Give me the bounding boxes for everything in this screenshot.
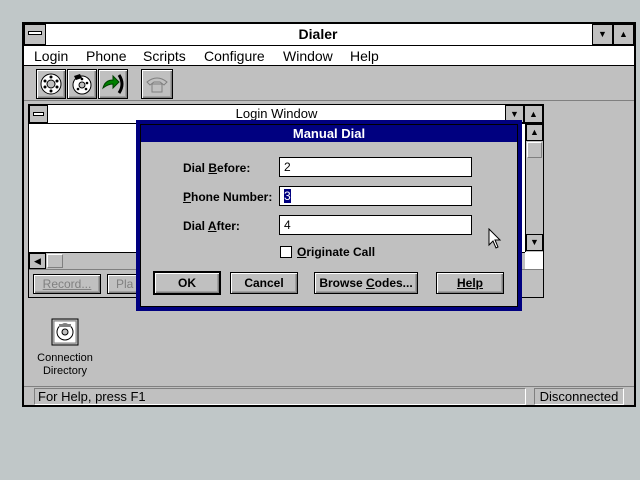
- disabled-phone-toolbar-button[interactable]: [141, 69, 173, 99]
- system-menu-button[interactable]: [24, 24, 46, 45]
- phone-dial-icon: [40, 73, 62, 95]
- cancel-button[interactable]: Cancel: [230, 272, 298, 294]
- minimize-icon: ▼: [598, 29, 607, 39]
- menu-login[interactable]: Login: [34, 46, 68, 66]
- scroll-up-button[interactable]: ▲: [526, 124, 543, 141]
- minimize-button[interactable]: ▼: [592, 24, 613, 45]
- menu-phone[interactable]: Phone: [86, 46, 126, 66]
- status-help-text: For Help, press F1: [34, 388, 526, 405]
- maximize-icon: ▲: [529, 109, 538, 119]
- ok-button-label: OK: [178, 276, 196, 290]
- phone-disabled-icon: [146, 77, 168, 93]
- originate-call-label[interactable]: Originate Call: [297, 243, 375, 261]
- browse-codes-button[interactable]: Browse Codes...: [314, 272, 418, 294]
- scroll-down-button[interactable]: ▼: [526, 234, 543, 251]
- phone-hangup-arrow-icon: [102, 74, 124, 94]
- arrow-up-icon: ▲: [530, 127, 539, 137]
- status-bar: For Help, press F1 Disconnected: [24, 386, 634, 405]
- login-window-system-menu[interactable]: [29, 105, 48, 123]
- menu-configure[interactable]: Configure: [204, 46, 265, 66]
- connection-directory-label-line1: Connection: [37, 352, 93, 364]
- dial-before-input[interactable]: 2: [279, 157, 472, 177]
- menu-help[interactable]: Help: [350, 46, 379, 66]
- help-button[interactable]: Help: [436, 272, 504, 294]
- dial-after-label: Dial After:: [183, 219, 240, 233]
- connection-directory-shortcut[interactable]: Connection Directory: [30, 314, 100, 377]
- phone-number-input[interactable]: 3: [279, 186, 472, 206]
- manual-dial-dialog: Manual Dial Dial Before: 2 Phone Number:…: [136, 120, 522, 311]
- originate-call-checkbox[interactable]: [280, 246, 292, 258]
- maximize-button[interactable]: ▲: [613, 24, 634, 45]
- dial-toolbar-button[interactable]: [36, 69, 66, 99]
- phone-number-value: 3: [284, 189, 291, 203]
- scroll-thumb[interactable]: [527, 142, 542, 158]
- ok-button[interactable]: OK: [153, 271, 221, 295]
- cancel-button-label: Cancel: [244, 276, 284, 290]
- record-button-label: Record...: [42, 277, 92, 291]
- dial-before-label: Dial Before:: [183, 161, 251, 175]
- phone-directory-icon: [72, 74, 92, 95]
- window-title: Dialer: [298, 26, 338, 42]
- menu-bar: Login Phone Scripts Configure Window Hel…: [24, 46, 634, 66]
- scroll-left-button[interactable]: ◀: [29, 253, 46, 269]
- connection-directory-icon: [51, 318, 79, 346]
- maximize-icon: ▲: [619, 29, 628, 39]
- title-bar[interactable]: Dialer ▼ ▲: [24, 24, 634, 46]
- mouse-cursor-icon: [488, 228, 502, 249]
- directory-toolbar-button[interactable]: [67, 69, 97, 99]
- toolbar: [24, 67, 634, 101]
- dial-after-input[interactable]: 4: [279, 215, 472, 235]
- menu-scripts[interactable]: Scripts: [143, 46, 186, 66]
- minimize-icon: ▼: [510, 109, 519, 119]
- dialog-title-bar[interactable]: Manual Dial: [141, 125, 517, 142]
- record-button[interactable]: Record...: [33, 274, 101, 294]
- arrow-down-icon: ▼: [530, 237, 539, 247]
- dialog-inner: Manual Dial Dial Before: 2 Phone Number:…: [140, 124, 518, 307]
- login-window-maximize[interactable]: ▲: [524, 105, 543, 123]
- scroll-thumb-horizontal[interactable]: [47, 254, 63, 268]
- play-button-label: Pla: [116, 277, 134, 291]
- hangup-toolbar-button[interactable]: [98, 69, 128, 99]
- vertical-scrollbar[interactable]: ▲ ▼: [525, 124, 543, 252]
- status-connection: Disconnected: [534, 388, 624, 405]
- connection-directory-label-line2: Directory: [42, 365, 87, 377]
- dialog-title: Manual Dial: [292, 126, 366, 141]
- arrow-left-icon: ◀: [34, 256, 41, 266]
- phone-number-label: Phone Number:: [183, 190, 273, 204]
- menu-window[interactable]: Window: [283, 46, 333, 66]
- help-button-label: Help: [456, 276, 483, 290]
